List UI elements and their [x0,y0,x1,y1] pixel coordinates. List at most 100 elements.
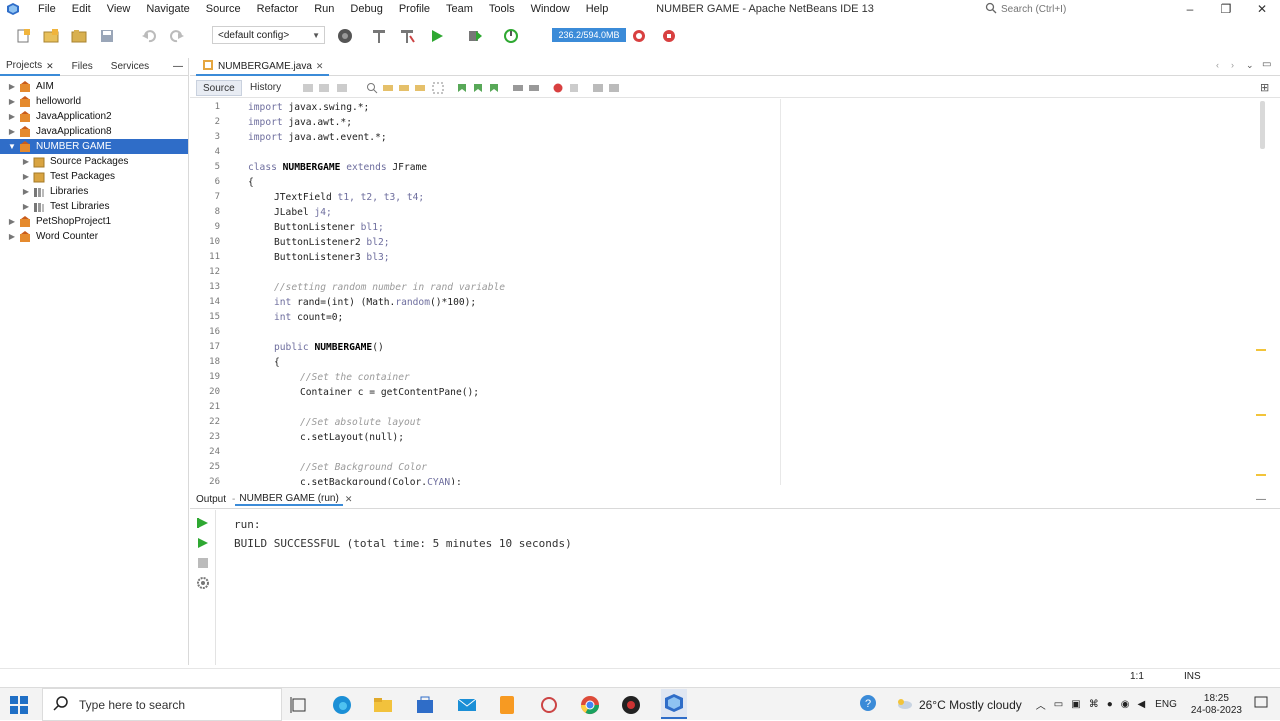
code-line[interactable]: public NUMBERGAME() [274,340,384,355]
split-editor-icon[interactable]: ⊞ [1260,81,1269,94]
code-line[interactable]: ButtonListener3 bl3; [274,250,390,265]
volume-icon[interactable]: ◀ [1137,699,1145,710]
tree-item[interactable]: ▶ Word Counter [0,229,188,244]
maximize-editor-icon[interactable]: ▭ [1262,59,1271,70]
clean-build-icon[interactable] [398,27,416,45]
build-icon[interactable] [370,27,388,45]
chevron-right-icon[interactable]: ▶ [20,157,32,166]
undo-icon[interactable] [140,27,158,45]
code-editor[interactable]: import javax.swing.*; import java.awt.*; i… [234,99,1254,485]
help-icon[interactable]: ? [859,694,877,715]
code-line[interactable]: c.setLayout(null); [300,430,404,445]
toggle-bookmark-icon[interactable] [488,82,500,94]
minimize-button[interactable]: – [1172,0,1208,18]
menu-debug[interactable]: Debug [342,0,390,18]
code-line[interactable]: int count=0; [274,310,343,325]
chevron-right-icon[interactable]: ▶ [6,112,18,121]
code-line[interactable]: class NUMBERGAME extends JFrame [248,160,427,175]
tree-item[interactable]: ▶ Test Libraries [0,199,188,214]
tree-item[interactable]: ▶ Test Packages [0,169,188,184]
code-line[interactable]: int rand=(int) (Math.random()*100); [274,295,476,310]
language-indicator[interactable]: ENG [1155,699,1177,710]
menu-window[interactable]: Window [523,0,578,18]
scroll-right-icon[interactable]: › [1231,60,1234,70]
tree-item[interactable]: ▶ PetShopProject1 [0,214,188,229]
chrome-icon[interactable] [579,694,601,716]
open-project-icon[interactable] [70,27,88,45]
ide-search[interactable] [985,2,1165,16]
file-explorer-icon[interactable] [372,694,394,716]
new-file-icon[interactable] [14,27,32,45]
code-line[interactable]: c.setBackground(Color.CYAN); [300,475,462,485]
menu-source[interactable]: Source [198,0,249,18]
menu-navigate[interactable]: Navigate [138,0,197,18]
run-icon[interactable] [428,27,446,45]
chevron-right-icon[interactable]: ▶ [20,202,32,211]
close-window-button[interactable]: ✕ [1244,0,1280,18]
debug-icon[interactable] [466,27,484,45]
tab-services[interactable]: Services [105,59,155,75]
store-icon[interactable] [414,694,436,716]
code-line[interactable]: { [248,175,254,190]
tree-item[interactable]: ▼ NUMBER GAME [0,139,188,154]
shift-right-icon[interactable] [528,82,540,94]
previous-bookmark-icon[interactable] [456,82,468,94]
stop-icon[interactable] [196,556,210,570]
microphone-icon[interactable]: ● [1107,699,1113,710]
chevron-right-icon[interactable]: ▶ [20,172,32,181]
settings-icon[interactable] [196,576,210,590]
weather-icon[interactable] [895,696,913,713]
maximize-button[interactable]: ❐ [1208,0,1244,18]
menu-tools[interactable]: Tools [481,0,523,18]
chevron-up-icon[interactable]: ︿ [1036,697,1046,712]
uncomment-icon[interactable] [608,82,620,94]
close-icon[interactable]: ✕ [316,61,324,72]
sublime-icon[interactable] [496,694,518,716]
tree-item[interactable]: ▶ Libraries [0,184,188,199]
redo-icon[interactable] [168,27,186,45]
chevron-right-icon[interactable]: ▶ [6,232,18,241]
rerun-icon[interactable] [196,516,210,530]
app-snip-icon[interactable] [538,694,560,716]
shift-left-icon[interactable] [512,82,524,94]
tab-projects[interactable]: Projects ✕ [0,58,60,76]
back-icon[interactable] [318,82,330,94]
code-line[interactable]: //Set absolute layout [300,415,421,430]
code-line[interactable]: JLabel j4; [274,205,332,220]
minimize-panel-icon[interactable]: — [173,61,183,72]
find-previous-icon[interactable] [382,82,394,94]
taskbar-search[interactable]: Type here to search [42,688,282,721]
config-dropdown[interactable]: <default config> ▼ [212,26,325,44]
target-icon[interactable] [336,27,354,45]
chevron-down-icon[interactable]: ▼ [6,142,18,151]
menu-profile[interactable]: Profile [391,0,438,18]
menu-team[interactable]: Team [438,0,481,18]
notifications-icon[interactable] [1254,696,1268,713]
mail-icon[interactable] [456,694,478,716]
menu-edit[interactable]: Edit [64,0,99,18]
close-icon[interactable]: ✕ [46,58,54,74]
clock[interactable]: 18:25 24-08-2023 [1191,693,1242,717]
profile-icon[interactable] [502,27,520,45]
tab-output-run[interactable]: NUMBER GAME (run) [235,493,343,506]
tree-item[interactable]: ▶ JavaApplication2 [0,109,188,124]
chevron-down-icon[interactable]: ⌄ [1246,60,1254,71]
next-bookmark-icon[interactable] [472,82,484,94]
menu-refactor[interactable]: Refactor [249,0,307,18]
chevron-right-icon[interactable]: ▶ [6,217,18,226]
close-icon[interactable]: ✕ [345,494,353,505]
chevron-right-icon[interactable]: ▶ [6,82,18,91]
code-line[interactable]: Container c = getContentPane(); [300,385,479,400]
start-macro-icon[interactable] [552,82,564,94]
network-icon[interactable]: ⌘ [1089,699,1099,710]
minimize-panel-icon[interactable]: — [1256,494,1266,505]
search-input[interactable] [997,2,1157,16]
weather-text[interactable]: 26°C Mostly cloudy [919,698,1022,712]
forward-icon[interactable] [336,82,348,94]
menu-view[interactable]: View [99,0,139,18]
tree-item[interactable]: ▶ JavaApplication8 [0,124,188,139]
stop-macro-icon[interactable] [568,82,580,94]
tree-item[interactable]: ▶ helloworld [0,94,188,109]
code-line[interactable]: { [274,355,280,370]
chevron-right-icon[interactable]: ▶ [6,127,18,136]
